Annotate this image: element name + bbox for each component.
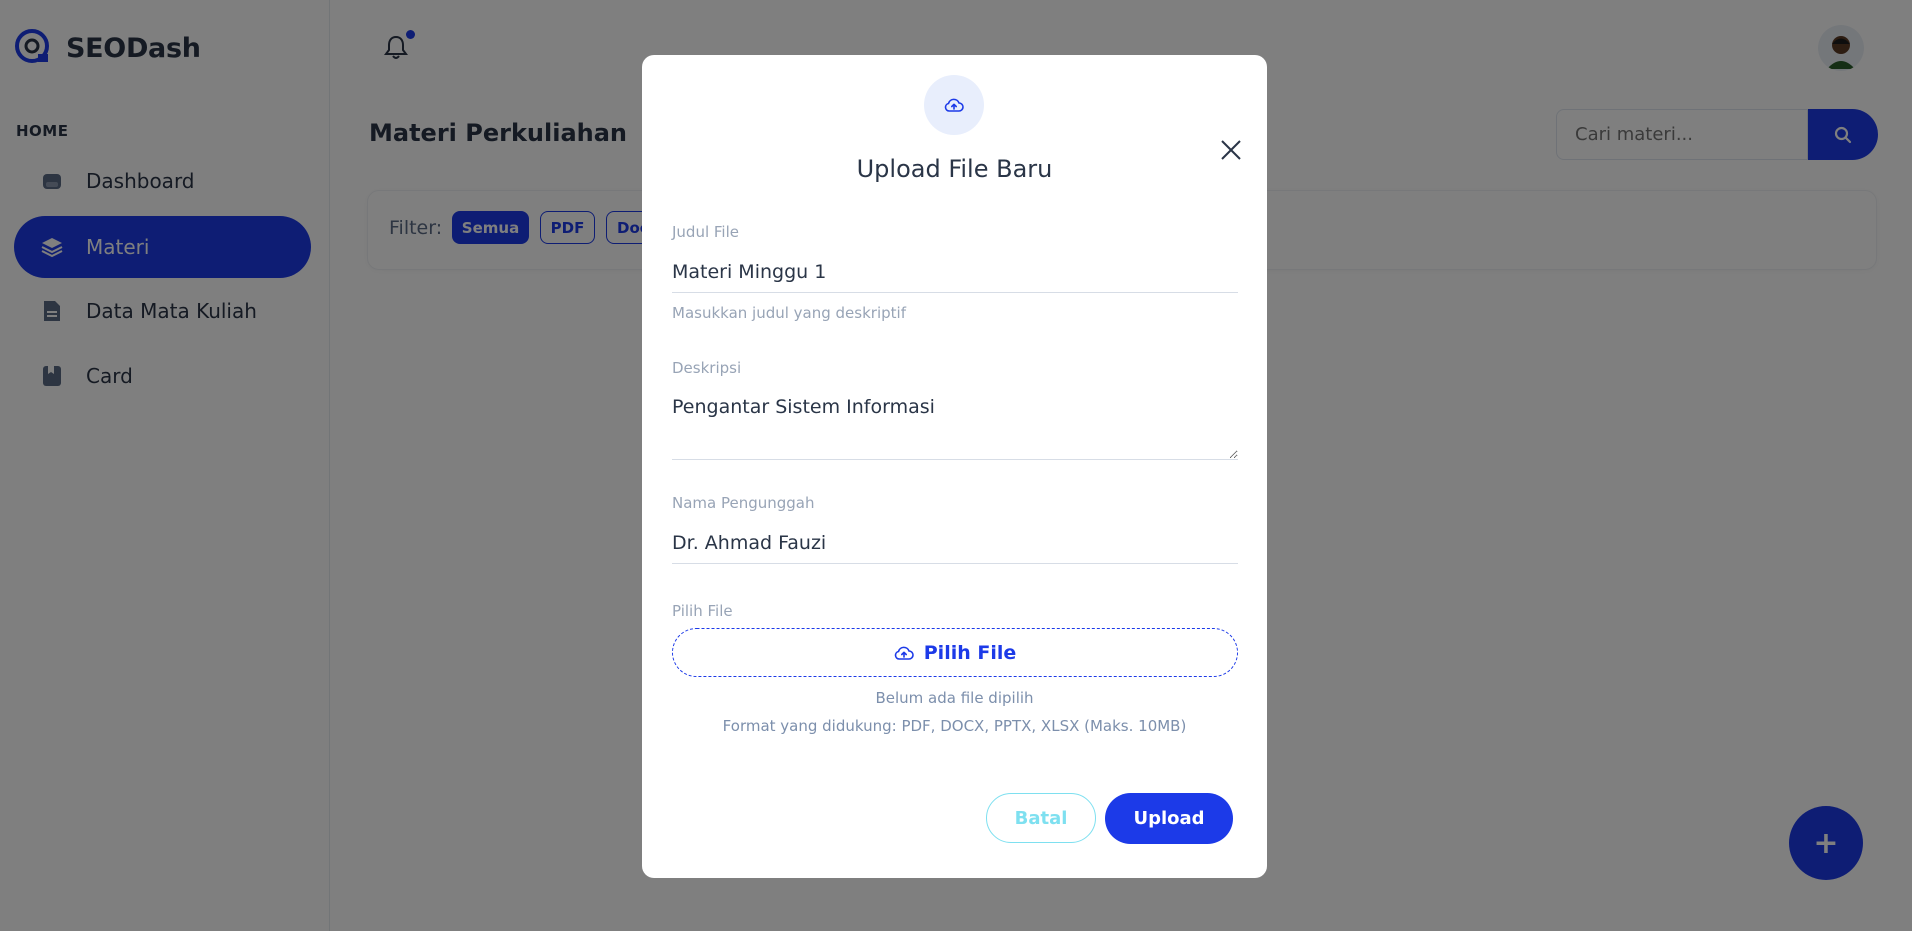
pilih-file-label: Pilih File — [672, 602, 733, 620]
cancel-button[interactable]: Batal — [986, 793, 1096, 843]
nama-pengunggah-input[interactable] — [672, 522, 1238, 564]
close-icon — [1221, 140, 1241, 160]
file-format-hint: Format yang didukung: PDF, DOCX, PPTX, X… — [722, 717, 1187, 735]
judul-file-label: Judul File — [672, 223, 739, 241]
judul-file-help: Masukkan judul yang deskriptif — [672, 304, 906, 322]
deskripsi-textarea[interactable]: Pengantar Sistem Informasi — [672, 385, 1238, 460]
upload-modal: Upload File Baru Judul File Masukkan jud… — [642, 55, 1267, 878]
choose-file-label: Pilih File — [923, 641, 1017, 664]
cloud-upload-icon — [944, 98, 964, 112]
judul-file-input[interactable] — [672, 251, 1238, 293]
close-button[interactable] — [1216, 135, 1246, 165]
deskripsi-label: Deskripsi — [672, 359, 742, 377]
nama-pengunggah-label: Nama Pengunggah — [672, 494, 815, 512]
cloud-upload-icon — [894, 646, 914, 660]
upload-header-badge — [924, 75, 984, 135]
file-status-text: Belum ada file dipilih — [875, 689, 1034, 707]
choose-file-button[interactable]: Pilih File — [672, 628, 1238, 677]
upload-button[interactable]: Upload — [1105, 793, 1233, 844]
modal-title: Upload File Baru — [856, 155, 1053, 183]
